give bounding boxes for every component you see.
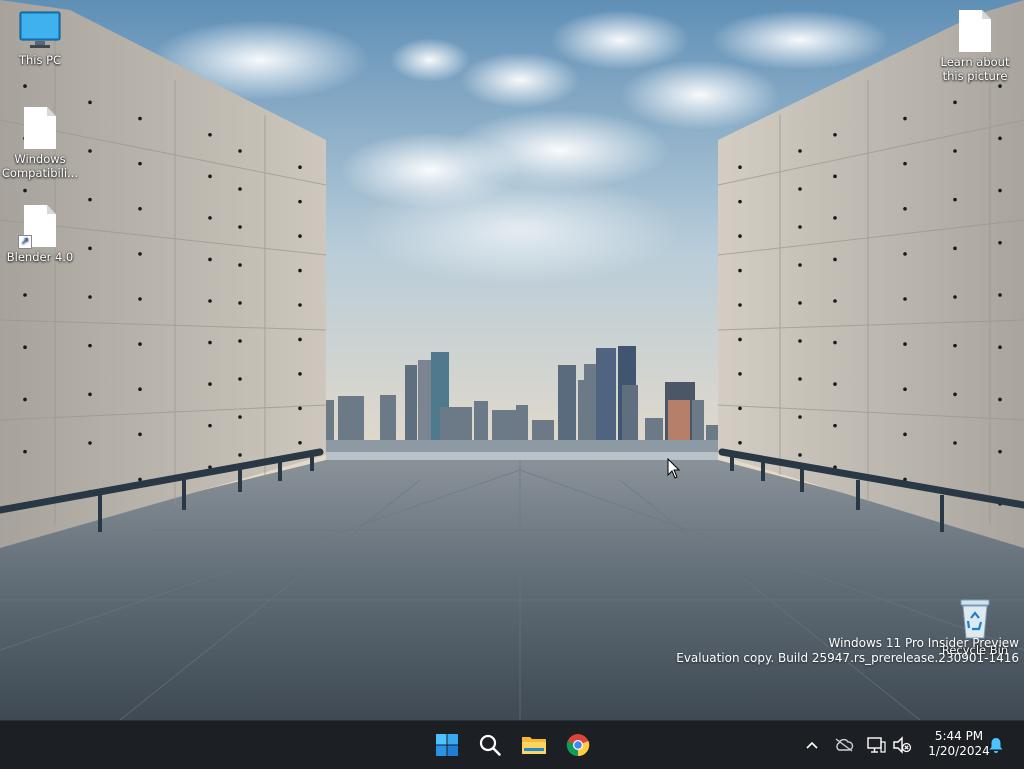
mouse-pointer-icon bbox=[667, 458, 681, 479]
desktop-icon-label: Windows Compatibili... bbox=[1, 152, 79, 180]
recycle-bin-icon bbox=[957, 598, 993, 640]
desktop-icon-learn-about-picture[interactable]: Learn about this picture bbox=[935, 10, 1015, 83]
desktop-icon-this-pc[interactable]: This PC bbox=[0, 10, 80, 67]
file-explorer-button[interactable] bbox=[514, 721, 554, 769]
watermark-line-1: Windows 11 Pro Insider Preview bbox=[828, 636, 1019, 650]
document-icon bbox=[959, 10, 991, 52]
chrome-icon bbox=[566, 734, 590, 757]
network-button[interactable] bbox=[864, 733, 888, 757]
shortcut-icon: ↗ bbox=[18, 205, 56, 249]
desktop: This PC Windows Compatibili... ↗ Blender… bbox=[0, 0, 1024, 720]
desktop-icon-label: Learn about this picture bbox=[940, 55, 1010, 83]
desktop-icon-windows-compatibility[interactable]: Windows Compatibili... bbox=[0, 107, 80, 180]
desktop-icon-blender[interactable]: ↗ Blender 4.0 bbox=[0, 205, 80, 264]
windows-logo-icon bbox=[436, 734, 458, 756]
onedrive-icon bbox=[835, 738, 854, 752]
search-icon bbox=[479, 734, 501, 756]
this-pc-icon bbox=[18, 10, 62, 50]
volume-button[interactable] bbox=[890, 733, 914, 757]
taskbar: 5:44 PM 1/20/2024 bbox=[0, 720, 1024, 769]
network-icon bbox=[867, 737, 886, 753]
wallpaper bbox=[0, 0, 1024, 720]
chevron-up-icon bbox=[806, 741, 818, 749]
chrome-button[interactable] bbox=[558, 721, 598, 769]
show-hidden-icons-button[interactable] bbox=[800, 733, 824, 757]
desktop-icon-label: This PC bbox=[18, 53, 62, 67]
volume-muted-icon bbox=[893, 736, 912, 754]
desktop-icon-label: Blender 4.0 bbox=[6, 250, 74, 264]
document-icon bbox=[24, 107, 56, 149]
notification-button[interactable] bbox=[984, 733, 1008, 757]
start-button[interactable] bbox=[427, 721, 467, 769]
notification-bell-icon bbox=[989, 738, 1003, 753]
folder-icon bbox=[522, 737, 546, 754]
search-button[interactable] bbox=[470, 721, 510, 769]
watermark-line-2: Evaluation copy. Build 25947.rs_prerelea… bbox=[676, 651, 1019, 665]
onedrive-button[interactable] bbox=[832, 733, 856, 757]
evaluation-watermark: Windows 11 Pro Insider Preview Evaluatio… bbox=[676, 636, 1019, 666]
